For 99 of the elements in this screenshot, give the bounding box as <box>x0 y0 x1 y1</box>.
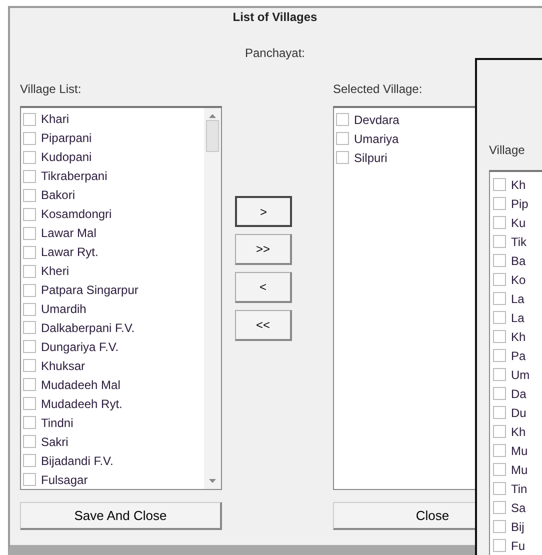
checkbox[interactable] <box>493 216 506 229</box>
checkbox[interactable] <box>23 112 36 126</box>
checkbox[interactable] <box>336 113 349 126</box>
selected-village-label: Selected Village: <box>333 82 424 98</box>
village-name: Bakori <box>41 188 76 202</box>
village-name: Tik <box>511 234 527 248</box>
checkbox[interactable] <box>23 416 36 430</box>
village-name: Fu <box>511 538 526 552</box>
checkbox[interactable] <box>23 378 36 392</box>
village-name: Kh <box>511 330 526 344</box>
checkbox[interactable] <box>23 284 36 297</box>
checkbox[interactable] <box>493 482 506 495</box>
checkbox[interactable] <box>493 520 506 533</box>
village-name: Sa <box>511 500 526 514</box>
checkbox[interactable] <box>493 178 506 191</box>
checkbox[interactable] <box>23 208 36 221</box>
village-name: Lawar Mal <box>41 226 96 240</box>
village-name: Tindni <box>41 416 74 430</box>
scrollbar[interactable] <box>204 108 221 489</box>
village-name: Pa <box>511 348 526 362</box>
save-and-close-button[interactable]: Save And Close <box>20 502 222 530</box>
village-name: La <box>511 310 524 324</box>
village-name: Patpara Singarpur <box>41 283 138 298</box>
move-button[interactable]: > <box>235 196 292 227</box>
village-name: Umardih <box>41 302 86 316</box>
village-name: Kh <box>511 424 526 438</box>
checkbox[interactable] <box>493 444 506 457</box>
scroll-up-icon[interactable] <box>209 114 216 118</box>
village-name: Kosamdongri <box>41 207 112 222</box>
move-button[interactable]: < <box>235 272 292 303</box>
village-name: Umariya <box>354 132 399 146</box>
checkbox[interactable] <box>23 340 36 354</box>
checkbox[interactable] <box>493 539 506 552</box>
village-name: Sakri <box>41 434 68 449</box>
scroll-down-icon[interactable] <box>209 479 216 483</box>
checkbox[interactable] <box>23 246 36 259</box>
checkbox[interactable] <box>23 150 36 164</box>
checkbox[interactable] <box>493 425 506 438</box>
checkbox[interactable] <box>493 197 506 210</box>
village-name: Tikraberpani <box>41 169 108 184</box>
village-name: Silpuri <box>354 150 388 164</box>
village-name: Dungariya F.V. <box>41 340 119 354</box>
village-name: Mudadeeh Mal <box>41 378 120 392</box>
village-name: Khari <box>41 112 70 126</box>
checkbox[interactable] <box>23 321 36 334</box>
checkbox[interactable] <box>23 226 36 240</box>
village-name: Kheri <box>41 264 70 278</box>
village-list-label: Village List: <box>20 82 82 98</box>
checkbox[interactable] <box>23 473 36 486</box>
checkbox[interactable] <box>493 501 506 514</box>
checkbox[interactable] <box>23 359 36 372</box>
checkbox[interactable] <box>493 463 506 476</box>
checkbox[interactable] <box>336 132 349 145</box>
village-name: Bijadandi F.V. <box>41 454 114 468</box>
village-name: Kudopani <box>41 150 92 164</box>
dialog-title: List of Villages <box>232 10 318 24</box>
village-name: Da <box>511 386 526 400</box>
village-name: Mu <box>511 462 528 476</box>
checkbox[interactable] <box>23 188 36 202</box>
village-name: Um <box>511 368 530 382</box>
village-name: Ko <box>511 272 526 286</box>
checkbox[interactable] <box>336 151 349 164</box>
checkbox[interactable] <box>493 254 506 267</box>
village-name: Mudadeeh Ryt. <box>41 396 122 411</box>
village-name: La <box>511 292 524 306</box>
village-name: Kh <box>511 178 526 192</box>
checkbox[interactable] <box>493 330 506 343</box>
village-name: Fulsagar <box>41 472 88 487</box>
village-name: Tin <box>511 482 528 496</box>
village-name: Lawar Ryt. <box>41 245 98 260</box>
checkbox[interactable] <box>493 311 506 324</box>
checkbox[interactable] <box>493 387 506 400</box>
move-button[interactable]: >> <box>235 234 292 265</box>
move-button[interactable]: << <box>235 310 292 341</box>
checkbox[interactable] <box>23 132 36 145</box>
checkbox[interactable] <box>23 302 36 316</box>
checkbox[interactable] <box>23 170 36 183</box>
village-name: Mu <box>511 444 528 458</box>
village-name: Khuksar <box>41 358 86 373</box>
checkbox[interactable] <box>23 435 36 448</box>
village-name: Piparpani <box>41 131 92 146</box>
checkbox[interactable] <box>493 368 506 381</box>
checkbox[interactable] <box>493 349 506 362</box>
village-name: Du <box>511 406 526 420</box>
village-name: Ku <box>511 216 526 230</box>
village-name: Devdara <box>354 112 400 126</box>
checkbox[interactable] <box>493 235 506 248</box>
checkbox[interactable] <box>493 406 506 419</box>
village-name: Dalkaberpani F.V. <box>41 320 135 335</box>
village-name: Pip <box>511 196 528 210</box>
village-name: Ba <box>511 254 526 268</box>
scroll-thumb[interactable] <box>206 120 219 152</box>
village-label: Village <box>489 143 526 157</box>
checkbox[interactable] <box>23 264 36 278</box>
checkbox[interactable] <box>493 292 506 305</box>
checkbox[interactable] <box>23 397 36 410</box>
panchayat-label: Panchayat: <box>244 46 306 60</box>
checkbox[interactable] <box>23 454 36 468</box>
checkbox[interactable] <box>493 273 506 286</box>
